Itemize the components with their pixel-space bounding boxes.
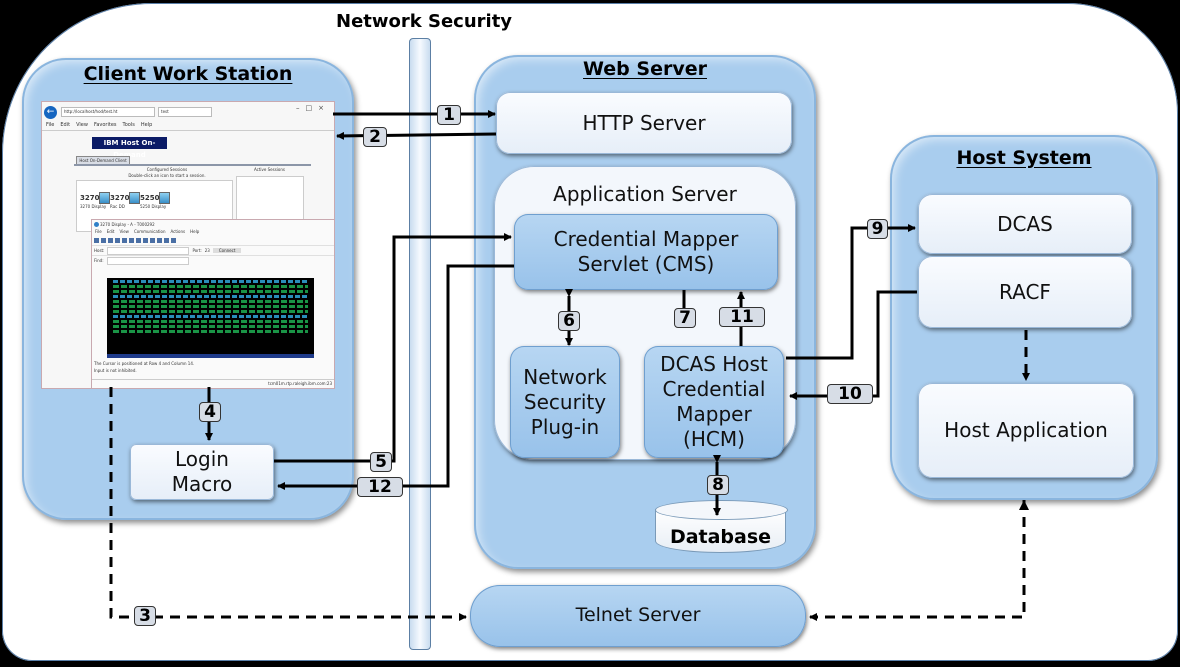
step-badge-4: 4 xyxy=(199,402,221,422)
step-badge-1: 1 xyxy=(437,105,461,125)
step-badge-3: 3 xyxy=(134,606,156,626)
step-badge-11: 11 xyxy=(719,307,765,327)
step-badge-12: 12 xyxy=(357,477,403,497)
step-badge-5: 5 xyxy=(370,452,392,472)
arrow-step-5 xyxy=(274,233,512,463)
step-badge-8: 8 xyxy=(707,475,729,495)
step-badge-6: 6 xyxy=(558,311,580,331)
step-badge-2: 2 xyxy=(363,127,387,147)
step-badge-10: 10 xyxy=(827,384,873,404)
connector-lines xyxy=(109,110,1030,621)
step-badge-9: 9 xyxy=(867,219,888,239)
arrow-step-3 xyxy=(109,387,467,621)
arrow-host-to-telnet xyxy=(809,500,1026,621)
arrow-step-2 xyxy=(336,131,497,140)
step-badge-7: 7 xyxy=(674,308,696,328)
arrow-step-12 xyxy=(277,264,514,490)
arrowhead-into-host-app xyxy=(1019,500,1029,510)
